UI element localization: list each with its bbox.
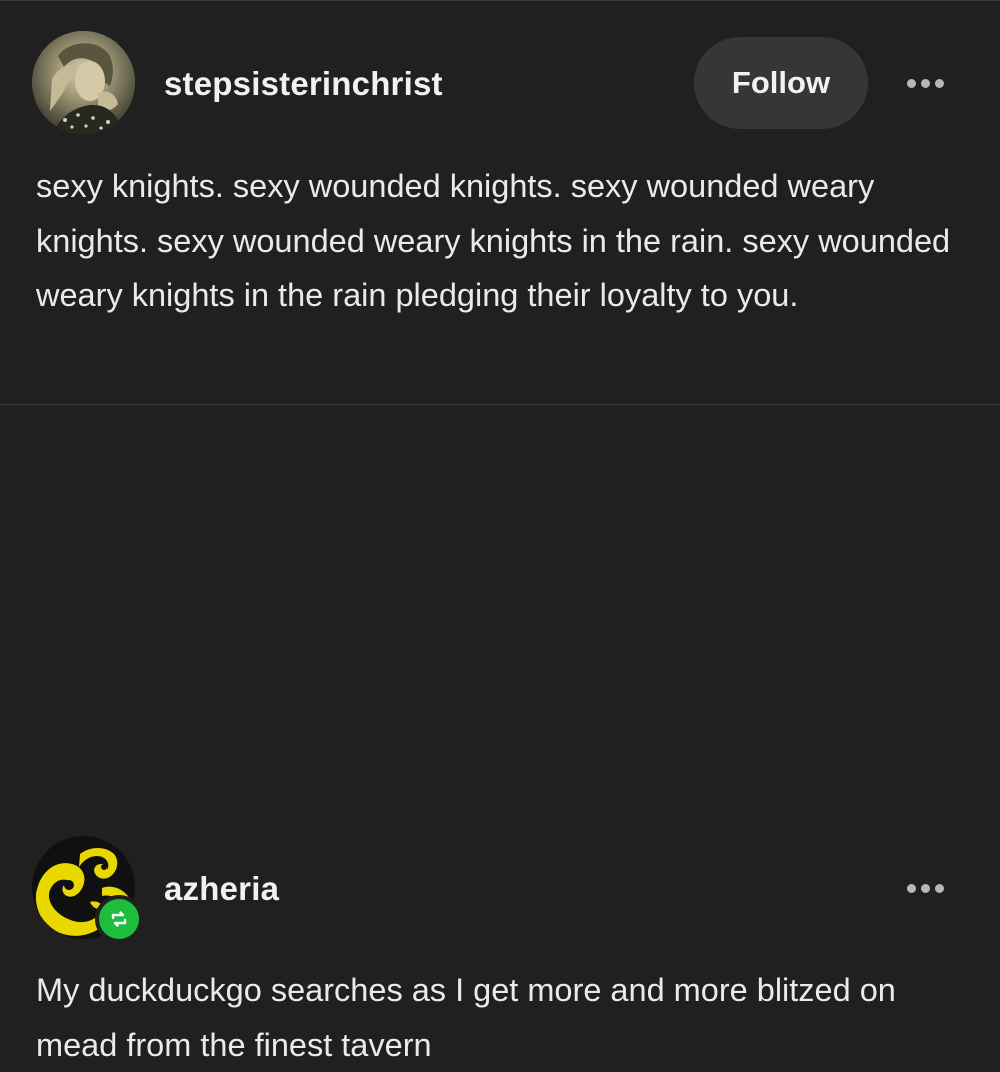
more-options-button[interactable] [897,873,953,903]
reblog-badge [95,895,143,943]
username[interactable]: azheria [164,870,279,908]
username[interactable]: stepsisterinchrist [164,65,443,103]
post-body: sexy knights. sexy wounded knights. sexy… [36,168,951,313]
more-options-icon [934,78,944,88]
more-options-icon [934,883,944,893]
more-options-button[interactable] [897,68,953,98]
more-options-icon [906,78,916,88]
portrait-image [32,31,135,134]
more-options-icon [920,883,930,893]
post-body: My duckduckgo searches as I get more and… [36,972,896,1063]
more-options-icon [906,883,916,893]
post-stepsisterinchrist: stepsisterinchrist Follow sexy knights. … [0,0,1000,404]
more-options-icon [920,78,930,88]
reblog-icon [111,911,127,927]
avatar[interactable] [32,31,135,134]
follow-button[interactable]: Follow [694,37,868,129]
post-azheria: azheria My duckduckgo searches as I get … [0,404,1000,1063]
